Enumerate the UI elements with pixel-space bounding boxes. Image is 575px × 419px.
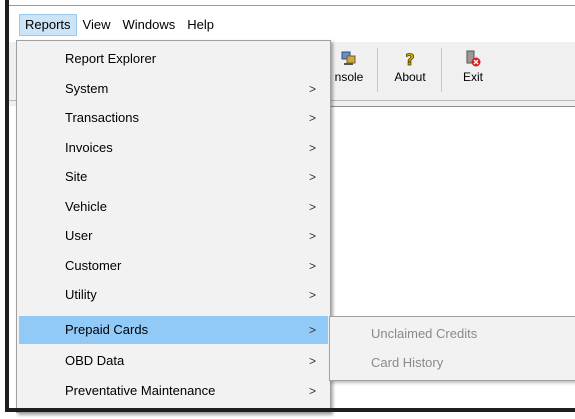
menu-item-label: System [65,81,109,96]
toolbar-separator [377,48,378,92]
about-button-label: About [394,70,426,84]
menu-item-label: Utility [65,287,97,302]
menu-item-report-explorer[interactable]: Report Explorer [19,45,328,73]
menu-item-label: Site [65,169,88,184]
submenu-arrow-icon: > [309,288,317,302]
menu-item-invoices[interactable]: Invoices > [19,134,328,162]
submenu-arrow-icon: > [309,170,317,184]
submenu-arrow-icon: > [309,323,317,337]
menu-item-utility[interactable]: Utility > [19,281,328,309]
submenu-item-label: Unclaimed Credits [371,326,478,341]
menu-item-label: Customer [65,258,122,273]
menu-item-label: OBD Data [65,353,125,368]
submenu-arrow-icon: > [309,384,317,398]
menu-item-label: Transactions [65,110,139,125]
submenu-item-unclaimed-credits[interactable]: Unclaimed Credits [330,320,575,348]
menu-item-preventative-maintenance[interactable]: Preventative Maintenance > [19,377,328,405]
menu-item-label: Report Explorer [65,51,157,66]
menu-item-obd-data[interactable]: OBD Data > [19,347,328,375]
submenu-arrow-icon: > [309,141,317,155]
submenu-arrow-icon: > [309,111,317,125]
exit-button[interactable]: Exit [453,46,493,96]
console-button[interactable]: nsole [327,46,371,96]
menu-item-label: Invoices [65,140,113,155]
submenu-arrow-icon: > [309,354,317,368]
menu-item-site[interactable]: Site > [19,163,328,191]
application-window: Reports View Windows Help nsole ? About [0,0,575,419]
menu-reports[interactable]: Reports [19,14,77,36]
menu-item-label: User [65,228,93,243]
svg-text:?: ? [405,50,414,68]
submenu-arrow-icon: > [309,259,317,273]
menu-item-vehicle[interactable]: Vehicle > [19,193,328,221]
menu-bar: Reports View Windows Help [9,10,575,40]
menu-item-user[interactable]: User > [19,222,328,250]
menu-item-transactions[interactable]: Transactions > [19,104,328,132]
menu-item-prepaid-cards[interactable]: Prepaid Cards > [19,316,328,344]
menu-item-label: Vehicle [65,199,107,214]
menu-help[interactable]: Help [181,14,220,36]
window-bottom-border [5,408,575,412]
about-button[interactable]: ? About [387,46,433,96]
menu-item-customer[interactable]: Customer > [19,252,328,280]
reports-dropdown-menu: Report Explorer System > Transactions > … [16,40,331,413]
exit-button-label: Exit [462,70,483,84]
submenu-arrow-icon: > [309,229,317,243]
exit-icon [466,50,481,67]
menu-item-label: Preventative Maintenance [65,383,216,398]
submenu-arrow-icon: > [309,200,317,214]
menu-item-system[interactable]: System > [19,75,328,103]
about-icon: ? [405,50,415,68]
submenu-item-card-history[interactable]: Card History [330,349,575,377]
console-icon [341,51,356,65]
menu-item-label: Prepaid Cards [65,322,149,337]
console-button-label: nsole [334,70,364,84]
menu-view[interactable]: View [77,14,117,36]
menu-windows[interactable]: Windows [116,14,181,36]
toolbar-separator [441,48,442,92]
submenu-arrow-icon: > [309,82,317,96]
window-top-border [5,5,575,6]
submenu-item-label: Card History [371,355,444,370]
prepaid-cards-submenu: Unclaimed Credits Card History [329,316,575,381]
